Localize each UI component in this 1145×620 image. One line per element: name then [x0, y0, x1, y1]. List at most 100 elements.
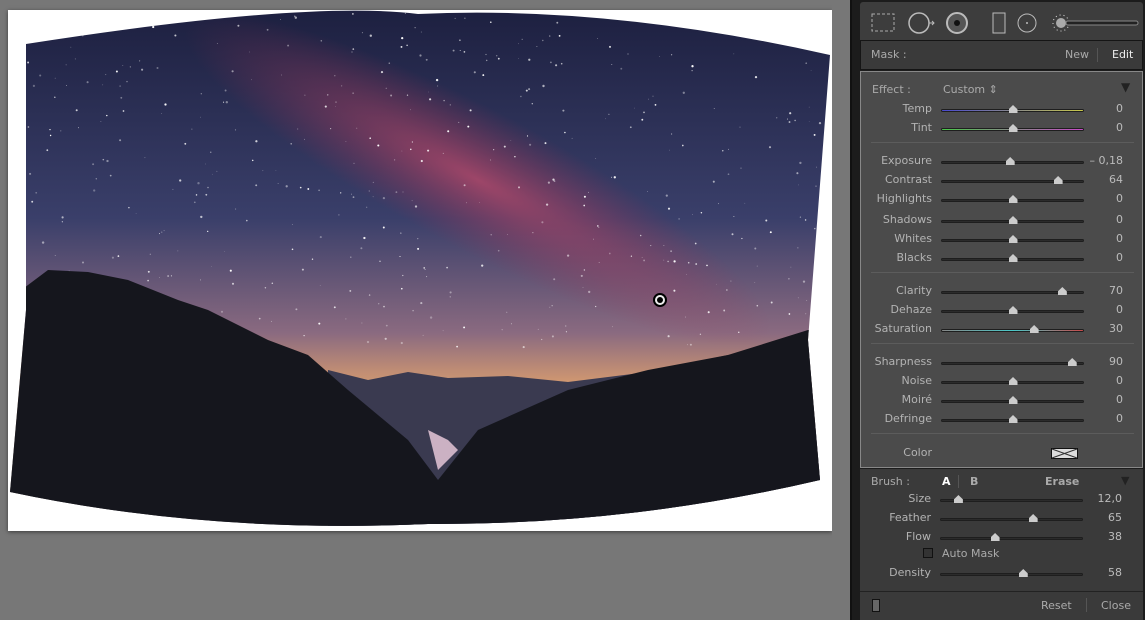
- brush-b-tab[interactable]: B: [970, 475, 978, 488]
- shadows-slider[interactable]: [941, 216, 1084, 224]
- tint-value[interactable]: 0: [1083, 121, 1123, 134]
- brush-pin[interactable]: [653, 293, 667, 307]
- highlights-slider[interactable]: [941, 195, 1084, 203]
- saturation-label: Saturation: [874, 322, 932, 335]
- whites-slider-thumb[interactable]: [1008, 235, 1018, 243]
- mask-row: Mask : New Edit: [860, 40, 1143, 70]
- red-eye-tool-icon[interactable]: [946, 12, 968, 34]
- noise-slider-thumb[interactable]: [1008, 377, 1018, 385]
- moir-value[interactable]: 0: [1083, 393, 1123, 406]
- flow-value[interactable]: 38: [1082, 530, 1122, 543]
- auto-mask-checkbox[interactable]: [923, 548, 933, 558]
- effect-preset-dropdown[interactable]: Custom ⇕: [943, 83, 998, 96]
- contrast-value[interactable]: 64: [1083, 173, 1123, 186]
- close-button[interactable]: Close: [1101, 599, 1131, 612]
- tint-slider[interactable]: [941, 124, 1084, 132]
- defringe-value[interactable]: 0: [1083, 412, 1123, 425]
- effect-section: Effect : Custom ⇕ ▼ Temp 0 Tint 0 Exposure…: [860, 71, 1143, 468]
- mask-new-button[interactable]: New: [1065, 48, 1089, 61]
- adjustment-brush-icon[interactable]: [1052, 14, 1139, 32]
- photo-canvas[interactable]: [8, 10, 832, 531]
- brush-a-tab[interactable]: A: [942, 475, 951, 488]
- noise-slider[interactable]: [941, 377, 1084, 385]
- dehaze-slider-thumb[interactable]: [1008, 306, 1018, 314]
- color-swatch[interactable]: [1051, 448, 1078, 459]
- contrast-label: Contrast: [884, 173, 932, 186]
- spot-removal-tool-icon[interactable]: [908, 12, 935, 34]
- exposure-value[interactable]: – 0,18: [1083, 154, 1124, 167]
- size-slider-thumb[interactable]: [953, 495, 963, 503]
- panel-toggle-switch[interactable]: [872, 599, 880, 612]
- flow-slider[interactable]: [940, 533, 1083, 541]
- shadows-slider-thumb[interactable]: [1008, 216, 1018, 224]
- sharpness-slider-thumb[interactable]: [1067, 358, 1077, 366]
- blacks-value[interactable]: 0: [1083, 251, 1123, 264]
- feather-value[interactable]: 65: [1082, 511, 1122, 524]
- clarity-slider[interactable]: [941, 287, 1084, 295]
- flow-label: Flow: [905, 530, 931, 543]
- auto-mask-label: Auto Mask: [942, 547, 1000, 560]
- density-value[interactable]: 58: [1082, 566, 1122, 579]
- defringe-label: Defringe: [884, 412, 932, 425]
- saturation-value[interactable]: 30: [1083, 322, 1123, 335]
- saturation-slider-thumb[interactable]: [1029, 325, 1039, 333]
- radial-filter-icon[interactable]: [1017, 13, 1037, 33]
- whites-slider[interactable]: [941, 235, 1084, 243]
- color-label: Color: [903, 446, 932, 459]
- reset-button[interactable]: Reset: [1041, 599, 1072, 612]
- clarity-value[interactable]: 70: [1083, 284, 1123, 297]
- clarity-label: Clarity: [896, 284, 932, 297]
- highlights-value[interactable]: 0: [1083, 192, 1123, 205]
- saturation-slider[interactable]: [941, 325, 1084, 333]
- sharpness-slider[interactable]: [941, 358, 1084, 366]
- mask-edit-button[interactable]: Edit: [1112, 48, 1133, 61]
- graduated-filter-icon[interactable]: [992, 12, 1006, 34]
- crop-overlay-tool-icon[interactable]: [871, 13, 895, 32]
- clarity-slider-thumb[interactable]: [1057, 287, 1067, 295]
- highlights-slider-thumb[interactable]: [1008, 195, 1018, 203]
- size-slider[interactable]: [940, 495, 1083, 503]
- density-slider-thumb[interactable]: [1018, 569, 1028, 577]
- brush-erase-tab[interactable]: Erase: [1045, 475, 1079, 488]
- moir-slider-thumb[interactable]: [1008, 396, 1018, 404]
- blacks-slider[interactable]: [941, 254, 1084, 262]
- temp-slider[interactable]: [941, 105, 1084, 113]
- defringe-slider[interactable]: [941, 415, 1084, 423]
- feather-slider[interactable]: [940, 514, 1083, 522]
- defringe-slider-thumb[interactable]: [1008, 415, 1018, 423]
- feather-slider-thumb[interactable]: [1028, 514, 1038, 522]
- adjustment-brush-panel: Mask : New Edit Effect : Custom ⇕ ▼ Temp…: [850, 0, 1145, 620]
- shadows-label: Shadows: [882, 213, 932, 226]
- tint-slider-thumb[interactable]: [1008, 124, 1018, 132]
- noise-value[interactable]: 0: [1083, 374, 1123, 387]
- effect-preset-value: Custom: [943, 83, 986, 96]
- collapse-triangle-icon[interactable]: ▼: [1121, 80, 1130, 94]
- contrast-slider-thumb[interactable]: [1053, 176, 1063, 184]
- blacks-slider-thumb[interactable]: [1008, 254, 1018, 262]
- brush-section: Brush : A B Erase ▼ Size 12,0 Feather 65 F…: [860, 469, 1143, 591]
- section-divider: [871, 142, 1134, 143]
- exposure-slider[interactable]: [941, 157, 1084, 165]
- flow-slider-thumb[interactable]: [990, 533, 1000, 541]
- size-value[interactable]: 12,0: [1082, 492, 1123, 505]
- blacks-label: Blacks: [896, 251, 933, 264]
- brush-collapse-icon[interactable]: ▼: [1121, 474, 1129, 487]
- temp-value[interactable]: 0: [1083, 102, 1123, 115]
- density-slider[interactable]: [940, 569, 1083, 577]
- highlights-label: Highlights: [876, 192, 932, 205]
- dehaze-slider[interactable]: [941, 306, 1084, 314]
- dehaze-label: Dehaze: [890, 303, 933, 316]
- sharpness-value[interactable]: 90: [1083, 355, 1123, 368]
- dehaze-value[interactable]: 0: [1083, 303, 1123, 316]
- moir-slider[interactable]: [941, 396, 1084, 404]
- exposure-label: Exposure: [881, 154, 932, 167]
- whites-label: Whites: [894, 232, 932, 245]
- noise-label: Noise: [901, 374, 932, 387]
- exposure-slider-thumb[interactable]: [1005, 157, 1015, 165]
- whites-value[interactable]: 0: [1083, 232, 1123, 245]
- section-divider: [871, 343, 1134, 344]
- shadows-value[interactable]: 0: [1083, 213, 1123, 226]
- contrast-slider[interactable]: [941, 176, 1084, 184]
- brush-label: Brush :: [871, 475, 910, 488]
- temp-slider-thumb[interactable]: [1008, 105, 1018, 113]
